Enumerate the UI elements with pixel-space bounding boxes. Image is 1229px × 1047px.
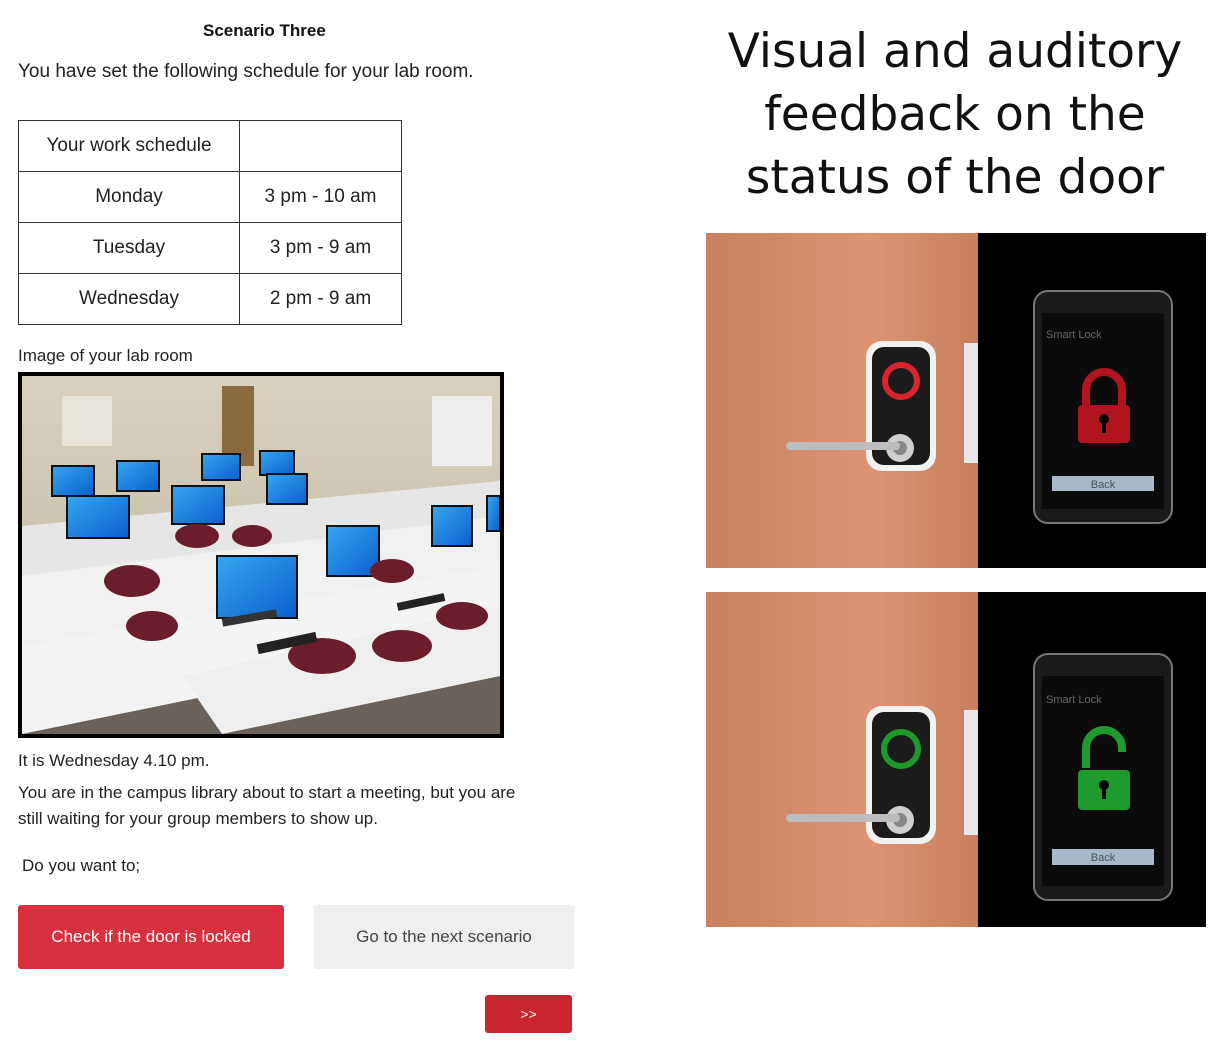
door <box>706 592 978 927</box>
check-door-button[interactable]: Check if the door is locked <box>18 905 284 969</box>
heading-line: status of the door <box>745 150 1165 205</box>
next-button[interactable]: >> <box>485 995 572 1033</box>
question-text: Do you want to; <box>22 856 141 875</box>
intro-text: You have set the following schedule for … <box>18 61 474 82</box>
lab-room-photo <box>18 372 504 738</box>
schedule-day: Tuesday <box>18 222 240 274</box>
table-row: Tuesday 3 pm - 9 am <box>18 222 402 274</box>
heading-line: feedback on the <box>764 87 1146 142</box>
schedule-time: 3 pm - 10 am <box>239 171 402 223</box>
phone-back-label: Back <box>1091 479 1116 491</box>
schedule-time: 3 pm - 9 am <box>239 222 402 274</box>
schedule-time: 2 pm - 9 am <box>239 273 402 325</box>
door-handle <box>786 814 900 822</box>
phone: Smart Lock Back <box>1033 653 1173 901</box>
table-row: Your work schedule <box>18 120 402 172</box>
situation-text: You are in the campus library about to s… <box>18 783 516 828</box>
scenario-title: Scenario Three <box>203 21 326 40</box>
phone-back-label: Back <box>1091 852 1116 864</box>
schedule-day: Wednesday <box>18 273 240 325</box>
door <box>706 233 978 568</box>
current-day-text: It is Wednesday 4.10 pm. <box>18 751 210 770</box>
schedule-header-value <box>239 120 402 172</box>
table-row: Monday 3 pm - 10 am <box>18 171 402 223</box>
schedule-table: Your work schedule Monday 3 pm - 10 am T… <box>18 120 402 325</box>
phone-app-title: Smart Lock <box>1046 694 1102 706</box>
unlocked-door-panel: Smart Lock Back <box>706 592 1206 927</box>
schedule-header: Your work schedule <box>18 120 240 172</box>
next-scenario-button[interactable]: Go to the next scenario <box>314 905 574 969</box>
table-row: Wednesday 2 pm - 9 am <box>18 273 402 325</box>
door-handle <box>786 442 900 450</box>
heading-line: Visual and auditory <box>727 24 1183 79</box>
phone-app-title: Smart Lock <box>1046 329 1102 341</box>
feedback-heading: Visual and auditory feedback on the stat… <box>700 20 1210 209</box>
schedule-day: Monday <box>18 171 240 223</box>
locked-door-panel: Smart Lock Back <box>706 233 1206 568</box>
phone: Smart Lock Back <box>1033 290 1173 524</box>
image-caption: Image of your lab room <box>18 346 193 365</box>
